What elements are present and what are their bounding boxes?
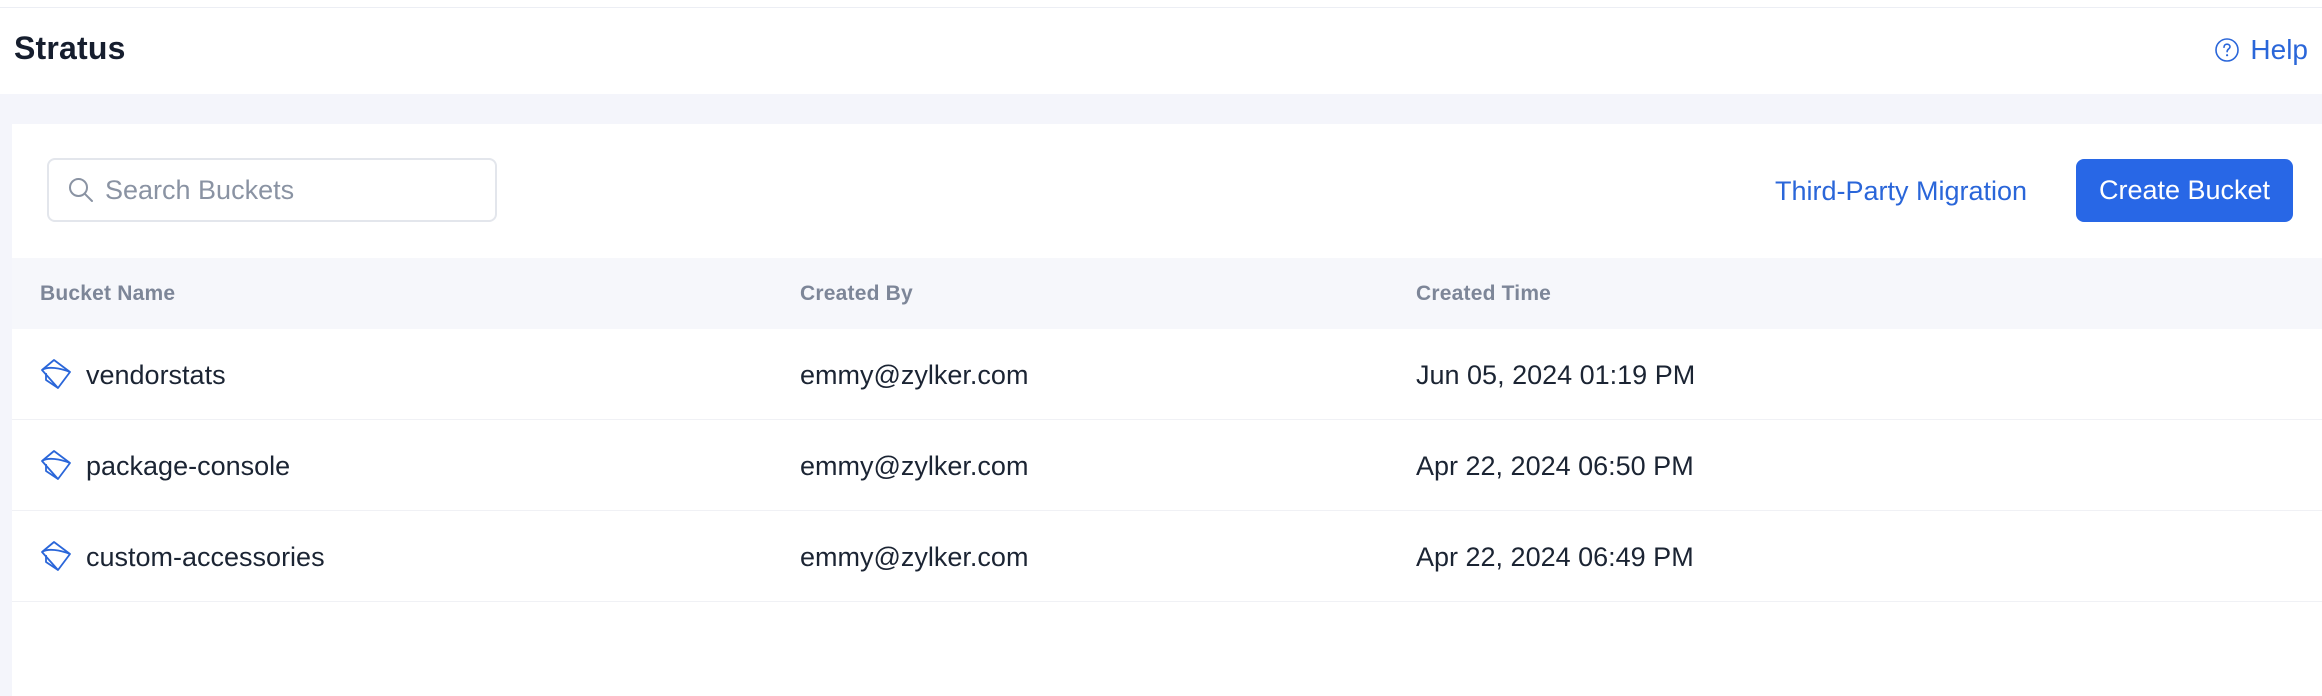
search-icon	[69, 178, 93, 202]
column-header-bucket-name[interactable]: Bucket Name	[40, 282, 175, 306]
bucket-icon	[41, 541, 71, 571]
table-row[interactable]: package-console emmy@zylker.com Apr 22, …	[12, 420, 2322, 511]
create-bucket-button[interactable]: Create Bucket	[2076, 159, 2293, 222]
third-party-migration-link[interactable]: Third-Party Migration	[1775, 176, 2027, 207]
help-label: Help	[2250, 34, 2308, 65]
column-header-created-by[interactable]: Created By	[800, 282, 913, 306]
table-row[interactable]: custom-accessories emmy@zylker.com Apr 2…	[12, 511, 2322, 602]
created-time: Apr 22, 2024 06:50 PM	[1416, 451, 1694, 481]
search-input[interactable]	[103, 168, 483, 212]
page-title: Stratus	[14, 30, 126, 66]
bucket-name[interactable]: vendorstats	[86, 360, 226, 391]
created-time: Apr 22, 2024 06:49 PM	[1416, 542, 1694, 572]
column-header-created-time[interactable]: Created Time	[1416, 282, 1551, 306]
created-by: emmy@zylker.com	[800, 360, 1029, 390]
bucket-icon	[41, 359, 71, 389]
table-row[interactable]: vendorstats emmy@zylker.com Jun 05, 2024…	[12, 329, 2322, 420]
created-time: Jun 05, 2024 01:19 PM	[1416, 360, 1696, 390]
bucket-name[interactable]: package-console	[86, 451, 290, 482]
bucket-name[interactable]: custom-accessories	[86, 542, 325, 573]
search-box	[47, 158, 497, 222]
created-by: emmy@zylker.com	[800, 451, 1029, 481]
bucket-icon	[41, 450, 71, 480]
question-circle-icon	[2215, 38, 2240, 62]
table-header: Bucket Name Created By Created Time	[12, 258, 2322, 329]
top-border	[0, 0, 2322, 8]
created-by: emmy@zylker.com	[800, 542, 1029, 572]
help-link[interactable]: Help	[2214, 34, 2308, 66]
buckets-panel: Third-Party Migration Create Bucket Buck…	[12, 124, 2322, 696]
app-header: Stratus Help	[0, 8, 2322, 94]
